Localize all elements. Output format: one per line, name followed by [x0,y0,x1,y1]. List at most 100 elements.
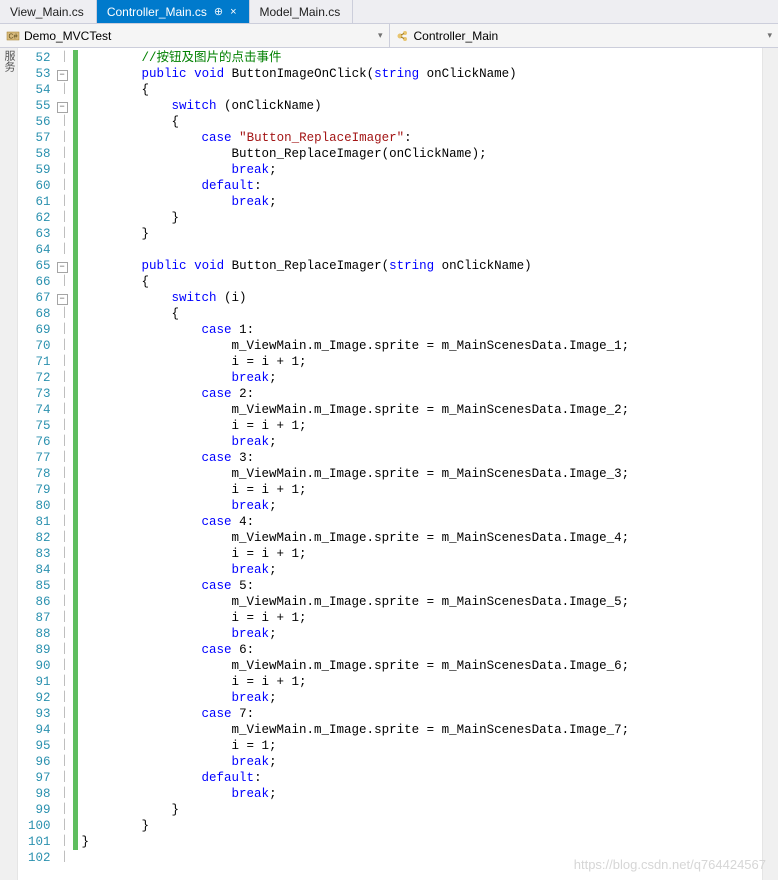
code-line[interactable]: case 1: [82,322,762,338]
code-line[interactable]: m_ViewMain.m_Image.sprite = m_MainScenes… [82,658,762,674]
fold-toggle-icon[interactable]: − [57,102,68,113]
line-number: 65 [28,258,51,274]
code-line[interactable]: { [82,274,762,290]
code-line[interactable]: case 4: [82,514,762,530]
fold-cell: │ [57,578,73,594]
line-number: 62 [28,210,51,226]
code-line[interactable]: break; [82,786,762,802]
code-line[interactable]: break; [82,434,762,450]
line-number: 76 [28,434,51,450]
code-line[interactable]: public void Button_ReplaceImager(string … [82,258,762,274]
code-line[interactable] [82,242,762,258]
code-line[interactable]: break; [82,626,762,642]
code-line[interactable]: case 5: [82,578,762,594]
code-line[interactable]: } [82,834,762,850]
code-line[interactable]: break; [82,754,762,770]
fold-cell: − [57,98,73,114]
fold-cell: │ [57,354,73,370]
fold-cell: │ [57,818,73,834]
fold-toggle-icon[interactable]: − [57,262,68,273]
code-line[interactable]: } [82,210,762,226]
code-line[interactable]: case "Button_ReplaceImager": [82,130,762,146]
code-line[interactable]: case 2: [82,386,762,402]
code-line[interactable]: } [82,818,762,834]
code-line[interactable]: switch (onClickName) [82,98,762,114]
code-line[interactable]: case 6: [82,642,762,658]
code-line[interactable]: i = i + 1; [82,354,762,370]
code-line[interactable]: } [82,226,762,242]
line-number: 101 [28,834,51,850]
fold-cell: │ [57,418,73,434]
file-tab[interactable]: View_Main.cs [0,0,97,23]
line-number: 68 [28,306,51,322]
line-number: 97 [28,770,51,786]
code-line[interactable]: m_ViewMain.m_Image.sprite = m_MainScenes… [82,402,762,418]
line-number: 58 [28,146,51,162]
close-icon[interactable]: × [230,6,236,18]
code-line[interactable]: break; [82,370,762,386]
code-line[interactable]: public void ButtonImageOnClick(string on… [82,66,762,82]
tab-label: Model_Main.cs [260,5,341,19]
code-line[interactable] [82,850,762,866]
fold-toggle-icon[interactable]: − [57,294,68,305]
class-name: Controller_Main [414,29,499,43]
line-number: 82 [28,530,51,546]
member-dropdown[interactable]: Controller_Main ▾ [390,24,778,47]
code-line[interactable]: { [82,114,762,130]
code-line[interactable]: break; [82,194,762,210]
code-line[interactable]: m_ViewMain.m_Image.sprite = m_MainScenes… [82,530,762,546]
line-number: 74 [28,402,51,418]
code-line[interactable]: } [82,802,762,818]
code-line[interactable]: i = 1; [82,738,762,754]
code-line[interactable]: i = i + 1; [82,482,762,498]
line-number: 95 [28,738,51,754]
line-number: 80 [28,498,51,514]
fold-cell: │ [57,274,73,290]
code-line[interactable]: i = i + 1; [82,674,762,690]
code-line[interactable]: break; [82,162,762,178]
code-line[interactable]: default: [82,770,762,786]
fold-cell: │ [57,850,73,866]
code-line[interactable]: { [82,306,762,322]
code-line[interactable]: default: [82,178,762,194]
line-number: 83 [28,546,51,562]
code-line[interactable]: i = i + 1; [82,418,762,434]
line-number: 91 [28,674,51,690]
side-toolbox-label[interactable]: 服务 [0,48,18,880]
line-number: 87 [28,610,51,626]
line-number: 85 [28,578,51,594]
line-number: 102 [28,850,51,866]
code-line[interactable]: Button_ReplaceImager(onClickName); [82,146,762,162]
code-line[interactable]: m_ViewMain.m_Image.sprite = m_MainScenes… [82,338,762,354]
line-number: 99 [28,802,51,818]
code-line[interactable]: case 7: [82,706,762,722]
code-line[interactable]: m_ViewMain.m_Image.sprite = m_MainScenes… [82,594,762,610]
code-line[interactable]: case 3: [82,450,762,466]
code-line[interactable]: i = i + 1; [82,546,762,562]
project-dropdown[interactable]: C# Demo_MVCTest ▾ [0,24,390,47]
code-line[interactable]: m_ViewMain.m_Image.sprite = m_MainScenes… [82,722,762,738]
code-line[interactable]: //按钮及图片的点击事件 [82,50,762,66]
line-number: 86 [28,594,51,610]
line-number: 72 [28,370,51,386]
code-line[interactable]: { [82,82,762,98]
file-tab[interactable]: Model_Main.cs [250,0,354,23]
code-line[interactable]: break; [82,690,762,706]
code-line[interactable]: m_ViewMain.m_Image.sprite = m_MainScenes… [82,466,762,482]
file-tab[interactable]: Controller_Main.cs⊕× [97,0,250,23]
vertical-scrollbar[interactable] [762,48,778,880]
code-line[interactable]: i = i + 1; [82,610,762,626]
fold-toggle-icon[interactable]: − [57,70,68,81]
line-number: 56 [28,114,51,130]
fold-gutter[interactable]: │−│−│││││││││−│−││││││││││││││││││││││││… [57,48,73,880]
fold-cell: │ [57,466,73,482]
code-content[interactable]: //按钮及图片的点击事件 public void ButtonImageOnCl… [78,48,762,880]
line-number: 88 [28,626,51,642]
fold-cell: │ [57,530,73,546]
pushpin-icon[interactable]: ⊕ [214,5,223,18]
fold-cell: │ [57,50,73,66]
code-line[interactable]: break; [82,498,762,514]
fold-cell: │ [57,210,73,226]
code-line[interactable]: switch (i) [82,290,762,306]
code-line[interactable]: break; [82,562,762,578]
